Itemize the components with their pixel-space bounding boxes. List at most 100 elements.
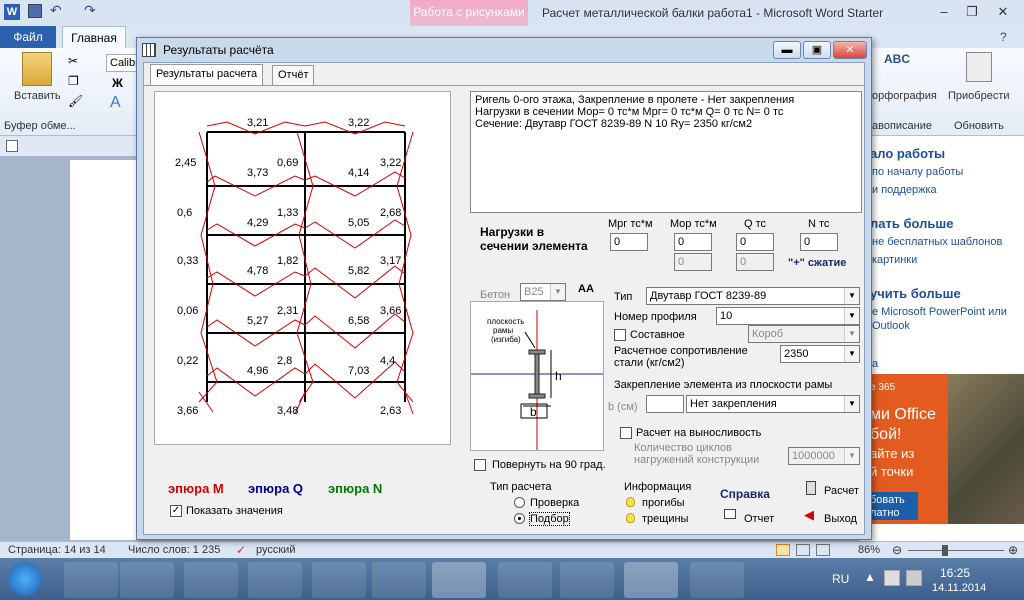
n-input[interactable]: 0 xyxy=(800,233,838,251)
zoom-slider[interactable] xyxy=(908,550,1004,551)
bold-icon[interactable]: Ж xyxy=(112,76,123,90)
taskbar-photo-icon[interactable] xyxy=(372,562,426,598)
fixing-select[interactable]: Нет закрепления ▼ xyxy=(686,395,860,413)
composite-label[interactable]: Составное xyxy=(630,329,685,341)
cracks-link[interactable]: трещины xyxy=(642,513,688,525)
endurance-checkbox[interactable] xyxy=(620,427,632,439)
taskbar-media-icon[interactable] xyxy=(120,562,174,598)
radio-check-label[interactable]: Проверка xyxy=(530,497,579,509)
diagram-q-link[interactable]: эпюра Q xyxy=(248,481,303,496)
copy-icon[interactable]: ❐ xyxy=(68,74,79,88)
tab-report[interactable]: Отчёт xyxy=(272,65,315,85)
zoom-slider-thumb[interactable] xyxy=(942,545,948,556)
zoom-in-button[interactable]: ⊕ xyxy=(1008,543,1018,557)
show-values-label[interactable]: Показать значения xyxy=(186,505,283,517)
b-cm-input[interactable] xyxy=(646,395,684,413)
deflections-link[interactable]: прогибы xyxy=(642,497,685,509)
word-app-icon[interactable]: W xyxy=(4,4,20,20)
font-name-input[interactable]: Calibri xyxy=(106,54,141,72)
clock-time[interactable]: 16:25 xyxy=(940,566,970,580)
full-screen-icon[interactable] xyxy=(796,544,810,556)
close-button[interactable]: ✕ xyxy=(986,2,1020,22)
tab-file[interactable]: Файл xyxy=(0,26,56,48)
endurance-label[interactable]: Расчет на выносливость xyxy=(636,427,761,439)
dialog-title-bar[interactable]: Результаты расчёта xyxy=(137,38,871,62)
exit-arrow-icon[interactable]: ◀ xyxy=(804,507,814,523)
type-select[interactable]: Двутавр ГОСТ 8239-89 ▼ xyxy=(646,287,860,305)
calculator-icon[interactable] xyxy=(806,481,816,495)
print-layout-icon[interactable] xyxy=(776,544,790,556)
format-painter-icon[interactable]: 🖌 xyxy=(68,94,83,108)
bulb-icon[interactable] xyxy=(626,497,635,507)
pane-link-getting-started[interactable]: по началу работы xyxy=(872,166,963,178)
mrg-input[interactable]: 0 xyxy=(610,233,648,251)
tab-home[interactable]: Главная xyxy=(62,26,126,49)
tray-arrow-icon[interactable]: ▲ xyxy=(864,570,876,584)
tab-selector[interactable] xyxy=(6,140,18,152)
paste-icon[interactable] xyxy=(22,52,52,86)
font-icon[interactable]: AA xyxy=(578,283,594,295)
zoom-out-button[interactable]: ⊖ xyxy=(892,543,902,557)
web-layout-icon[interactable] xyxy=(816,544,830,556)
pane-link-powerpoint[interactable]: e Microsoft PowerPoint или xyxy=(872,306,1007,318)
spelling-label[interactable]: орфография xyxy=(872,90,937,102)
input-language[interactable]: RU xyxy=(832,572,849,586)
tray-network-icon[interactable] xyxy=(906,570,922,586)
undo-icon[interactable]: ↶ xyxy=(50,2,62,19)
dialog-maximize-button[interactable]: ▣ xyxy=(803,41,831,59)
mor-input[interactable]: 0 xyxy=(674,233,712,251)
start-button[interactable] xyxy=(8,562,42,596)
radio-check[interactable] xyxy=(514,497,525,508)
composite-checkbox[interactable] xyxy=(614,329,626,341)
purchase-label[interactable]: Приобрести xyxy=(948,90,1010,102)
taskbar-app-b-icon[interactable] xyxy=(560,562,614,598)
maximize-button[interactable]: ❐ xyxy=(958,2,986,22)
taskbar-calculator-icon[interactable] xyxy=(690,562,744,598)
taskbar-word-icon[interactable] xyxy=(432,562,486,598)
dialog-minimize-button[interactable]: ▬ xyxy=(773,41,801,59)
taskbar-ie-icon[interactable] xyxy=(498,562,552,598)
paste-label[interactable]: Вставить xyxy=(14,90,61,102)
zoom-level[interactable]: 86% xyxy=(858,544,880,556)
taskbar-frame-app-icon[interactable] xyxy=(624,562,678,598)
proofing-icon[interactable]: ✓ xyxy=(236,543,246,557)
cut-icon[interactable]: ✂ xyxy=(68,54,78,68)
pane-link-a[interactable]: a xyxy=(872,358,878,370)
tray-flag-icon[interactable] xyxy=(884,570,900,586)
taskbar-chrome-icon[interactable] xyxy=(184,562,238,598)
taskbar-skype-icon[interactable] xyxy=(312,562,366,598)
bulb-icon-2[interactable] xyxy=(626,513,635,523)
show-values-checkbox[interactable]: ✓ xyxy=(170,505,182,517)
q-input[interactable]: 0 xyxy=(736,233,774,251)
radio-select[interactable] xyxy=(514,513,525,524)
language[interactable]: русский xyxy=(256,544,295,556)
tab-results[interactable]: Результаты расчета xyxy=(150,64,264,86)
dialog-close-button[interactable]: ✕ xyxy=(833,41,867,59)
resistance-select[interactable]: 2350 ▼ xyxy=(780,345,860,363)
purchase-icon[interactable] xyxy=(966,52,992,82)
rotate-checkbox[interactable] xyxy=(474,459,486,471)
pane-link-clipart[interactable]: картинки xyxy=(872,254,917,266)
exit-button[interactable]: Выход xyxy=(824,513,857,525)
clock-date[interactable]: 14.11.2014 xyxy=(932,582,986,594)
help-link[interactable]: Справка xyxy=(720,487,770,501)
minimize-button[interactable]: – xyxy=(930,2,958,22)
pane-link-support[interactable]: и поддержка xyxy=(872,184,937,196)
help-icon[interactable]: ? xyxy=(1000,30,1007,44)
radio-select-label[interactable]: Подбор xyxy=(529,512,570,526)
rotate-label[interactable]: Повернуть на 90 град. xyxy=(492,459,606,471)
page-count[interactable]: Страница: 14 из 14 xyxy=(8,544,106,556)
save-icon[interactable] xyxy=(28,4,42,18)
text-effects-icon[interactable]: A xyxy=(110,94,121,112)
taskbar-explorer-icon[interactable] xyxy=(64,562,118,598)
diagram-m-link[interactable]: эпюра M xyxy=(168,481,224,496)
report-icon[interactable] xyxy=(724,509,736,519)
taskbar-winrar-icon[interactable] xyxy=(248,562,302,598)
word-count[interactable]: Число слов: 1 235 xyxy=(128,544,220,556)
profile-select[interactable]: 10 ▼ xyxy=(716,307,860,325)
spelling-icon[interactable]: ABC xyxy=(884,52,914,82)
redo-icon[interactable]: ↷ xyxy=(84,2,96,19)
calc-button[interactable]: Расчет xyxy=(824,485,859,497)
report-link[interactable]: Отчет xyxy=(744,513,774,525)
diagram-n-link[interactable]: эпюра N xyxy=(328,481,382,496)
